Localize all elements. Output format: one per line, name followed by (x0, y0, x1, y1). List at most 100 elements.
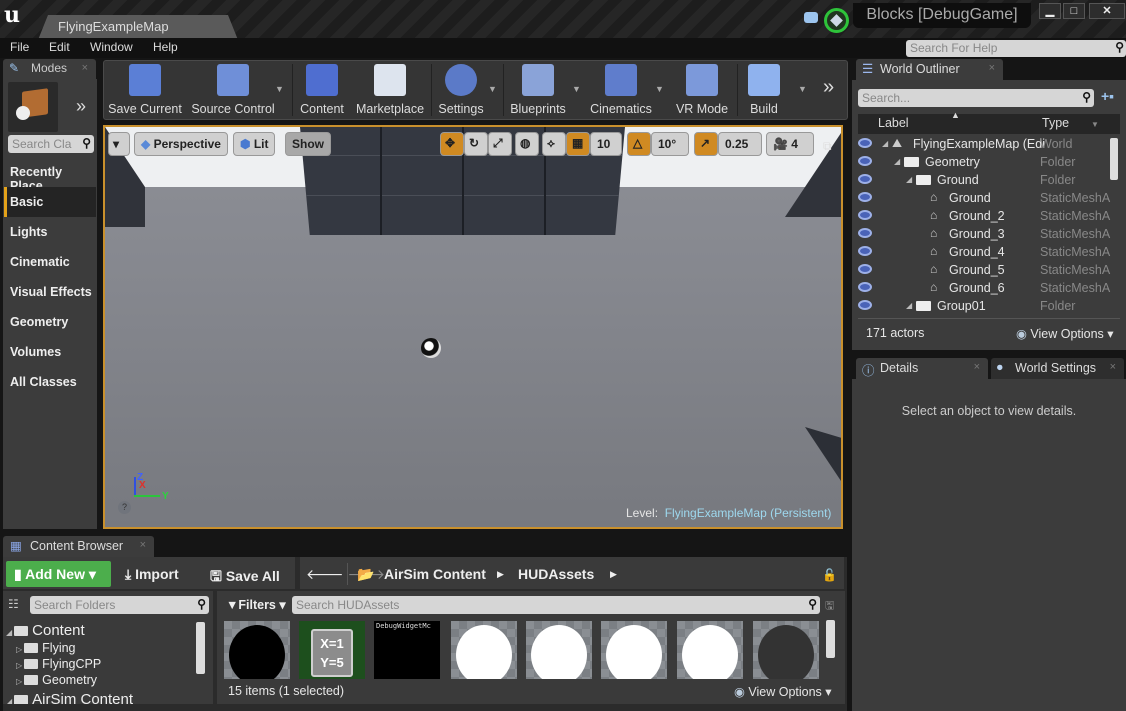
asset-tile[interactable] (753, 621, 819, 679)
folder-row-geometry[interactable]: ▷ Geometry (16, 673, 97, 687)
close-icon[interactable]: × (989, 62, 995, 74)
breadcrumb-chevron-icon[interactable]: ▶ (610, 569, 617, 580)
asset-tile[interactable] (677, 621, 743, 679)
outliner-row[interactable]: ◢ Geometry Folder (858, 153, 1110, 171)
folder-row-content[interactable]: ◢ Content (6, 622, 85, 639)
world-outliner-tab[interactable]: ☰ World Outliner × (856, 59, 1003, 80)
minimize-button[interactable]: ▁ (1039, 3, 1061, 19)
outliner-search-input[interactable]: Search... ⚲ (858, 89, 1094, 107)
maximize-button[interactable]: □ (1063, 3, 1085, 19)
outliner-row[interactable]: ⌂ Ground_3 StaticMeshA (858, 225, 1110, 243)
surface-snap-icon[interactable]: ⟡ (542, 132, 566, 156)
scale-snap-icon[interactable]: ↗ (694, 132, 718, 156)
category-cinematic[interactable]: Cinematic (4, 247, 96, 277)
close-icon[interactable]: × (974, 361, 980, 373)
more-modes-icon[interactable]: » (76, 96, 86, 117)
cinematics-dropdown-icon[interactable]: ▼ (655, 84, 664, 94)
outliner-row[interactable]: ⌂ Ground_2 StaticMeshA (858, 207, 1110, 225)
rotation-snap-value[interactable]: 10° (651, 132, 689, 156)
close-icon[interactable]: × (140, 539, 146, 551)
outliner-row[interactable]: ◢ Ground Folder (858, 171, 1110, 189)
add-new-button[interactable]: ▮ Add New ▾ (6, 561, 111, 587)
drone-actor[interactable] (421, 338, 441, 358)
menu-file[interactable]: File (10, 40, 29, 54)
level-viewport[interactable] (103, 125, 843, 529)
breadcrumb-hudassets[interactable]: HUDAssets (518, 566, 594, 582)
content-button[interactable]: Content (298, 60, 346, 120)
visibility-eye-icon[interactable] (858, 192, 872, 202)
visibility-eye-icon[interactable] (858, 282, 872, 292)
place-mode-button[interactable] (8, 82, 58, 132)
build-dropdown-icon[interactable]: ▼ (798, 84, 807, 94)
expand-icon[interactable]: ◢ (906, 175, 912, 184)
asset-tile[interactable] (224, 621, 290, 679)
filters-button[interactable]: ▼Filters ▾ (226, 597, 286, 612)
expand-icon[interactable]: ◢ (6, 697, 12, 704)
learn-icon[interactable] (824, 8, 849, 33)
column-label[interactable]: Label (878, 116, 909, 130)
save-search-icon[interactable]: 🖫 (825, 597, 834, 616)
toolbar-overflow-icon[interactable]: » (823, 76, 834, 99)
close-icon[interactable]: × (82, 62, 88, 74)
maximize-viewport-icon[interactable]: ⧉ (823, 139, 832, 154)
visibility-eye-icon[interactable] (858, 210, 872, 220)
asset-tile[interactable] (601, 621, 667, 679)
column-dropdown-icon[interactable]: ▼ (1091, 120, 1099, 129)
visibility-eye-icon[interactable] (858, 264, 872, 274)
category-visual-effects[interactable]: Visual Effects (4, 277, 96, 307)
visibility-eye-icon[interactable] (858, 138, 872, 148)
folder-row-flyingcpp[interactable]: ▷ FlyingCPP (16, 657, 101, 671)
outliner-scrollbar[interactable] (1110, 138, 1118, 180)
folder-row-airsim-content[interactable]: ◢ AirSim Content (6, 691, 133, 704)
close-button[interactable]: ✕ (1089, 3, 1125, 19)
document-tab[interactable]: FlyingExampleMap (38, 15, 238, 40)
rotation-snap-icon[interactable]: △ (627, 132, 651, 156)
menu-window[interactable]: Window (90, 40, 133, 54)
collapse-icon[interactable]: ▷ (16, 677, 22, 686)
category-lights[interactable]: Lights (4, 217, 96, 247)
world-settings-tab[interactable]: ● World Settings × (991, 358, 1124, 379)
close-icon[interactable]: × (1110, 361, 1116, 373)
visibility-eye-icon[interactable] (858, 156, 872, 166)
back-arrow-icon[interactable]: 🡐 (306, 566, 344, 582)
build-button[interactable]: Build (744, 60, 784, 120)
blueprints-button[interactable]: Blueprints (508, 60, 568, 120)
outliner-view-options[interactable]: ◉ View Options ▾ (1016, 326, 1114, 341)
lit-button[interactable]: ⬢ Lit (233, 132, 276, 156)
category-geometry[interactable]: Geometry (4, 307, 96, 337)
outliner-row[interactable]: ⌂ Ground_5 StaticMeshA (858, 261, 1110, 279)
help-search-input[interactable]: Search For Help ⚲ (906, 40, 1126, 57)
breadcrumb-chevron-icon[interactable]: ▶ (497, 569, 504, 580)
collapse-icon[interactable]: ▷ (16, 645, 22, 654)
visibility-eye-icon[interactable] (858, 174, 872, 184)
translate-mode-icon[interactable]: ✥ (440, 132, 464, 156)
expand-icon[interactable]: ◢ (894, 157, 900, 166)
scale-snap-value[interactable]: 0.25 (718, 132, 762, 156)
asset-tile[interactable] (526, 621, 592, 679)
menu-help[interactable]: Help (153, 40, 178, 54)
expand-icon[interactable]: ◢ (6, 628, 12, 637)
grid-snap-value[interactable]: 10 (590, 132, 622, 156)
asset-tile[interactable]: X=1 Y=5 (299, 621, 365, 679)
lock-icon[interactable]: 🔓 (822, 568, 837, 582)
expand-icon[interactable]: ◢ (906, 301, 912, 310)
show-button[interactable]: Show (285, 132, 331, 156)
camera-speed-button[interactable]: 🎥 4 (766, 132, 814, 156)
asset-search-input[interactable]: Search HUDAssets ⚲ (292, 596, 820, 614)
world-local-icon[interactable]: ◍ (515, 132, 539, 156)
toggle-sources-icon[interactable]: ☷ (8, 597, 19, 611)
add-folder-icon[interactable]: +▪ (1101, 88, 1114, 104)
outliner-row[interactable]: ◢ Group01 Folder (858, 297, 1110, 315)
folder-search-input[interactable]: Search Folders ⚲ (30, 596, 209, 614)
column-type[interactable]: Type (1042, 116, 1069, 130)
category-recently-placed[interactable]: Recently Place (4, 157, 96, 193)
scale-mode-icon[interactable]: ⤢ (488, 132, 512, 156)
rotate-mode-icon[interactable]: ↻ (464, 132, 488, 156)
vr-mode-button[interactable]: VR Mode (674, 60, 730, 120)
asset-tile[interactable]: DebugWidgetMc (374, 621, 440, 679)
source-control-dropdown-icon[interactable]: ▼ (275, 84, 284, 94)
expand-icon[interactable]: ◢ (882, 139, 888, 148)
chat-icon[interactable] (804, 12, 818, 23)
content-browser-tab[interactable]: ▦ Content Browser × (3, 536, 154, 557)
outliner-row[interactable]: ◢ ⛰ FlyingExampleMap (Edi World (858, 135, 1110, 153)
